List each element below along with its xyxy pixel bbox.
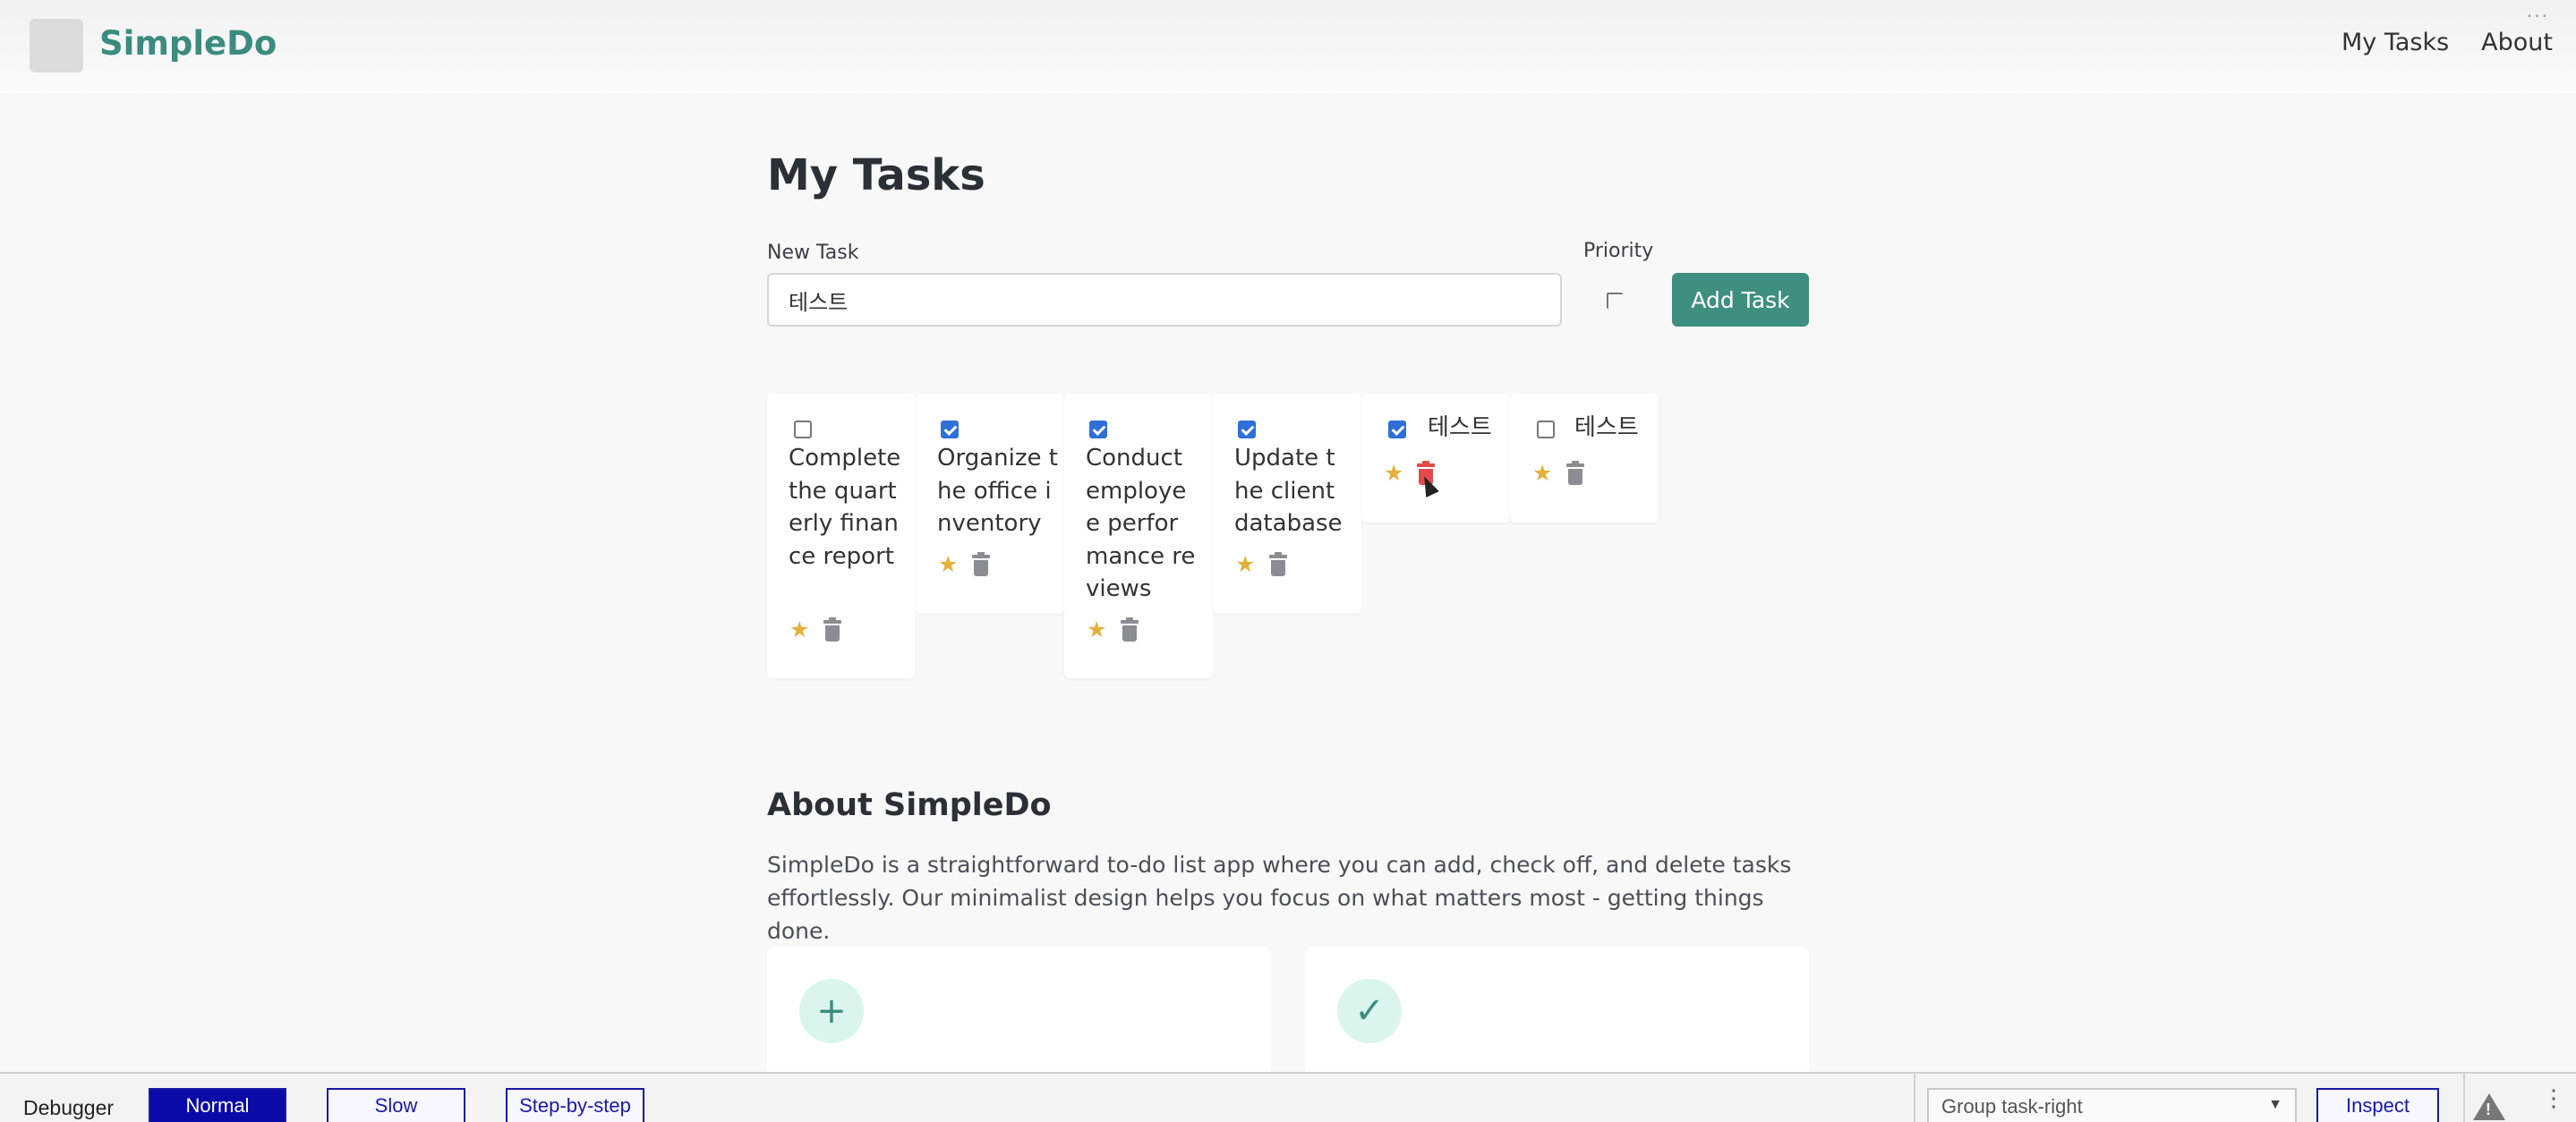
task-card: Complete the quarterly finance report ★ (767, 394, 916, 678)
kebab-menu-icon[interactable]: ⋮ (2542, 1086, 2565, 1109)
plus-icon: + (799, 979, 864, 1043)
new-task-label: New Task (767, 242, 859, 264)
priority-label: Priority (1583, 240, 1654, 262)
trash-icon[interactable] (972, 552, 990, 576)
task-card: Organize the office inventory ★ (916, 394, 1064, 614)
about-description: SimpleDo is a straightforward to-do list… (767, 852, 1792, 944)
mode-normal-button[interactable]: Normal (149, 1088, 286, 1122)
more-dots-icon: ··· (2526, 5, 2549, 27)
star-icon[interactable]: ★ (1235, 553, 1255, 575)
top-nav: My Tasks About (2341, 29, 2553, 56)
add-task-button[interactable]: Add Task (1672, 273, 1809, 327)
divider (2463, 1074, 2465, 1122)
page-title: My Tasks (767, 150, 985, 200)
app-header: SimpleDo My Tasks About ··· (0, 0, 2576, 93)
debugger-label: Debugger (23, 1096, 115, 1119)
star-icon[interactable]: ★ (1532, 462, 1552, 484)
star-icon[interactable]: ★ (1384, 462, 1403, 484)
inspect-button[interactable]: Inspect (2316, 1088, 2439, 1122)
warning-icon[interactable] (2473, 1093, 2505, 1120)
trash-icon[interactable] (1121, 617, 1139, 642)
trash-icon[interactable] (823, 617, 841, 642)
task-checkbox[interactable] (1388, 421, 1406, 438)
priority-checkbox[interactable] (1607, 293, 1623, 309)
task-text: Organize the office inventory (937, 445, 1058, 537)
task-text: 테스트 (1574, 414, 1639, 441)
nav-about[interactable]: About (2481, 29, 2553, 56)
brand-name[interactable]: SimpleDo (99, 24, 277, 63)
task-text: Update the client database (1234, 445, 1343, 537)
group-select[interactable]: Group task-right ▼ (1927, 1088, 2297, 1122)
nav-my-tasks[interactable]: My Tasks (2341, 29, 2449, 56)
mode-step-button[interactable]: Step-by-step (506, 1088, 644, 1122)
trash-icon[interactable] (1269, 552, 1287, 576)
task-text: Complete the quarterly finance report (789, 445, 901, 570)
task-checkbox[interactable] (1089, 421, 1107, 438)
star-icon[interactable]: ★ (789, 618, 809, 641)
debugger-bar: Debugger Normal Slow Step-by-step Group … (0, 1072, 2576, 1122)
divider (1914, 1074, 1915, 1122)
star-icon[interactable]: ★ (1087, 618, 1106, 641)
logo-image (30, 19, 83, 72)
check-icon: ✓ (1337, 979, 1402, 1043)
task-card: Conduct employee performance reviews ★ (1064, 394, 1213, 678)
mode-slow-button[interactable]: Slow (327, 1088, 465, 1122)
star-icon[interactable]: ★ (938, 553, 958, 575)
task-card: Update the client database ★ (1213, 394, 1361, 614)
task-text: 테스트 (1428, 414, 1492, 441)
task-checkbox[interactable] (941, 421, 959, 438)
trash-icon[interactable] (1566, 461, 1584, 485)
task-card: 테스트 ★ (1510, 394, 1659, 523)
task-text: Conduct employee performance reviews (1086, 445, 1196, 602)
about-title: About SimpleDo (767, 787, 1052, 823)
task-card: 테스트 ★ (1361, 394, 1510, 523)
chevron-down-icon: ▼ (2268, 1097, 2282, 1112)
new-task-input[interactable] (767, 273, 1562, 327)
task-checkbox[interactable] (794, 421, 812, 438)
task-checkbox[interactable] (1537, 421, 1555, 438)
group-select-value: Group task-right (1941, 1095, 2083, 1118)
task-checkbox[interactable] (1238, 421, 1256, 438)
